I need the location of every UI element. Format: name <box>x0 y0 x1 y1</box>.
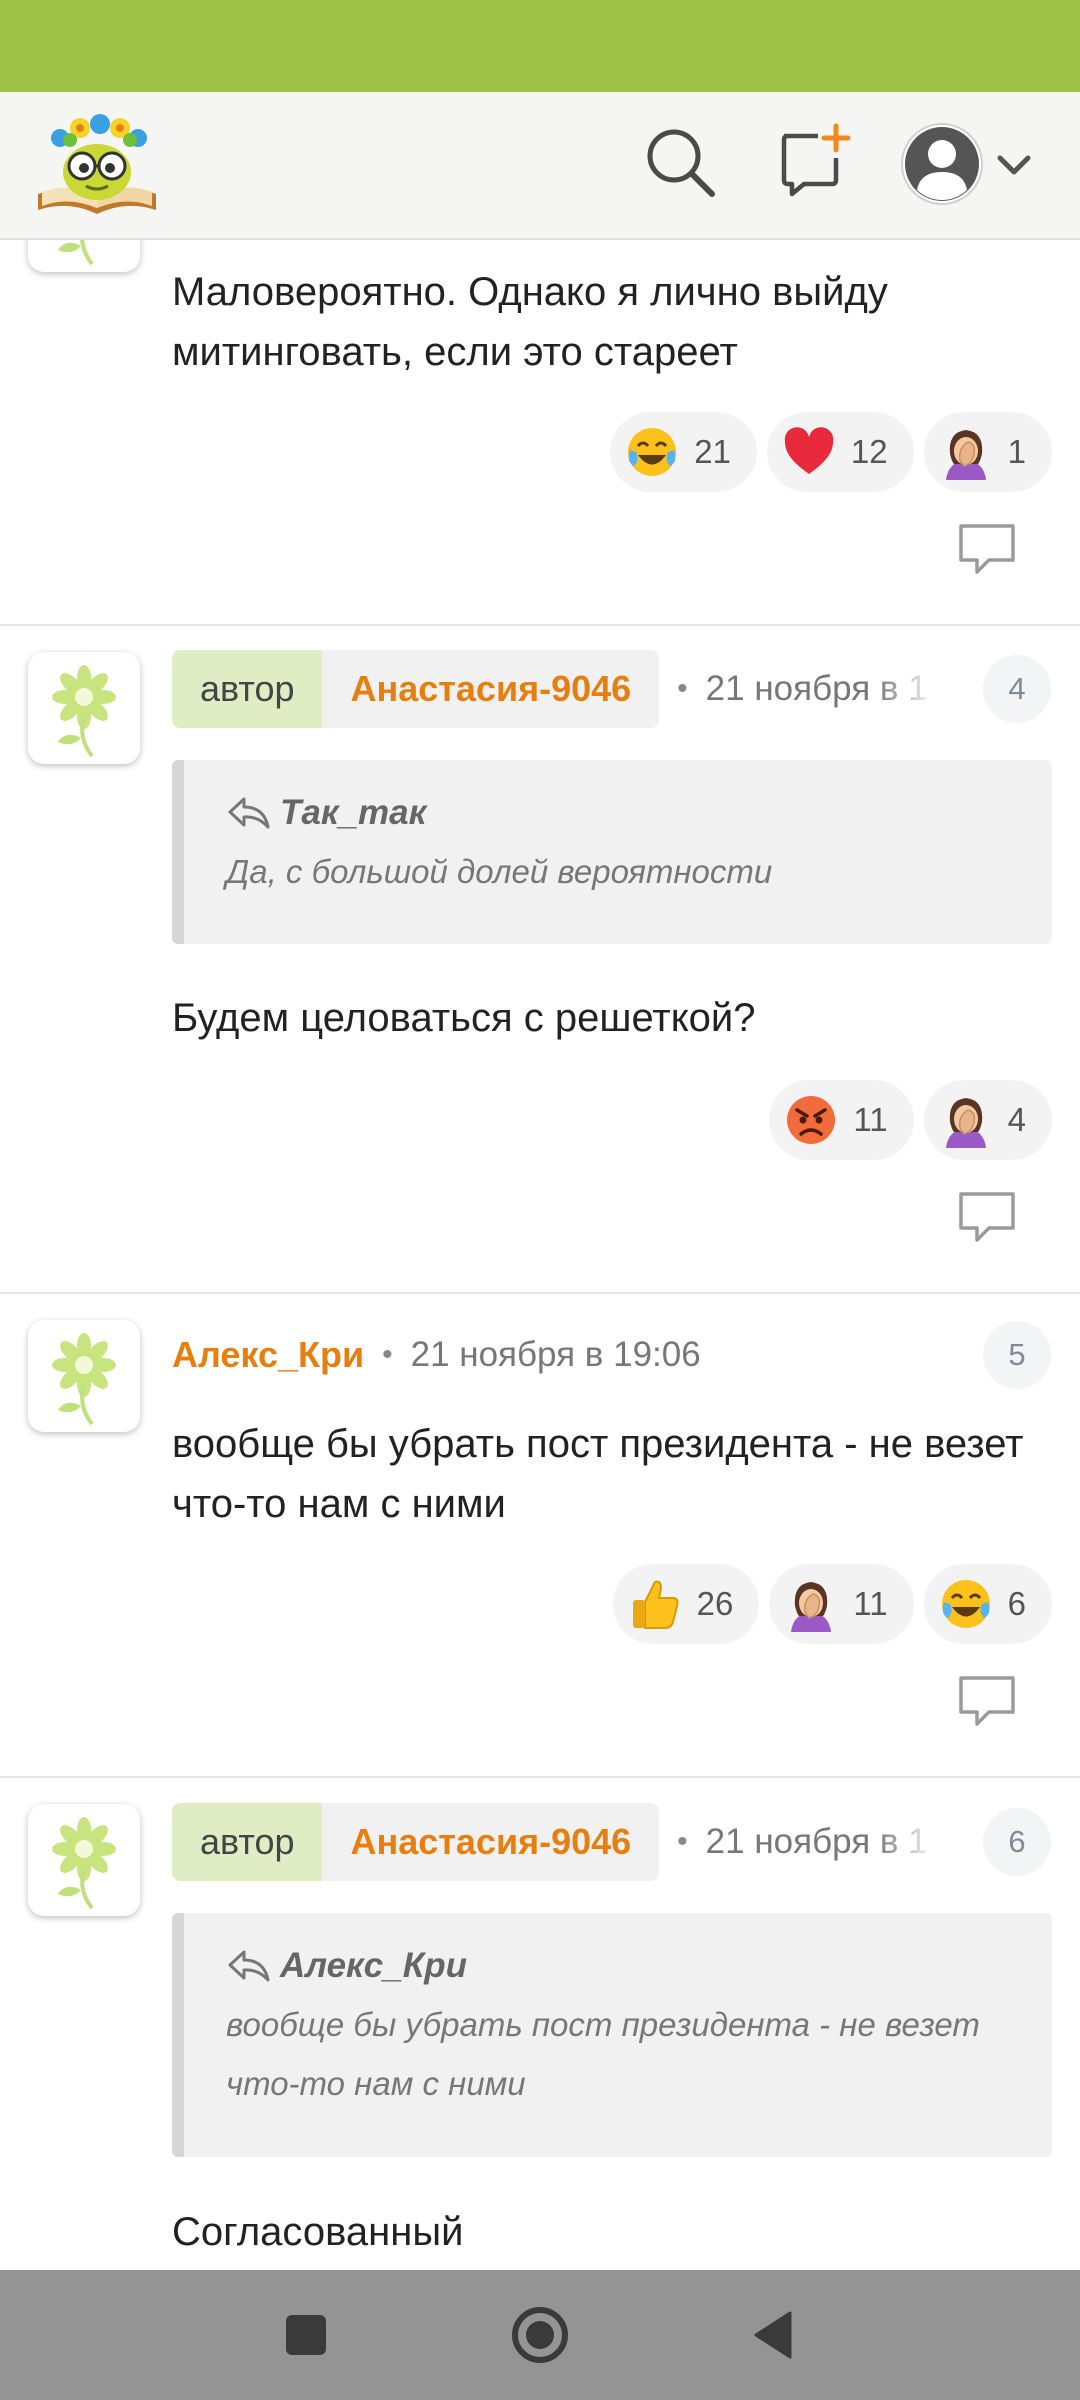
reaction-count: 4 <box>1007 1101 1026 1138</box>
quote-block[interactable]: Алекс_Кри вообще бы убрать пост президен… <box>172 1913 1052 2157</box>
reply-icon[interactable] <box>955 1672 1019 1728</box>
divider <box>0 1776 1080 1778</box>
comment-number-badge[interactable]: 4 <box>983 655 1051 723</box>
reaction-pill[interactable]: 11 <box>769 1080 914 1160</box>
comment-meta: автор Анастасия-9046 • 21 ноября в 1 <box>172 650 936 728</box>
reply-icon[interactable] <box>955 1188 1019 1244</box>
reactions-bar: 26 11 6 <box>612 1564 1052 1644</box>
red-heart-emoji <box>784 427 834 474</box>
author-label: автор <box>172 1803 323 1881</box>
reply-arrow-icon <box>228 1950 270 1982</box>
comments-feed[interactable]: Маловероятно. Однако я лично выйду митин… <box>0 240 1080 2270</box>
reactions-bar: 21 12 1 <box>610 412 1052 492</box>
tears-of-joy-emoji <box>941 1580 990 1628</box>
home-icon[interactable] <box>508 2303 572 2367</box>
reaction-pill[interactable]: 4 <box>923 1080 1052 1160</box>
divider <box>0 624 1080 626</box>
quote-text: Да, с большой долей вероятности <box>226 853 773 890</box>
comment-meta: автор Анастасия-9046 • 21 ноября в 1 <box>172 1803 936 1881</box>
username[interactable]: Анастасия-9046 <box>322 650 659 728</box>
comment-meta: Алекс_Кри • 21 ноября в 19:06 <box>172 1316 701 1394</box>
comment-text: Маловероятно. Однако я лично выйду митин… <box>172 270 888 374</box>
angry-face-emoji <box>787 1096 836 1144</box>
reactions-bar: 11 4 <box>769 1080 1052 1160</box>
reaction-count: 11 <box>853 1101 888 1138</box>
back-icon[interactable] <box>742 2303 806 2367</box>
reaction-pill[interactable]: 1 <box>923 412 1052 492</box>
reaction-count: 26 <box>696 1585 734 1622</box>
username[interactable]: Анастасия-9046 <box>322 1803 659 1881</box>
recent-apps-icon[interactable] <box>274 2303 338 2367</box>
avatar[interactable] <box>28 1320 140 1432</box>
quote-header: Алекс_Кри <box>226 1941 1012 1991</box>
comment-number-badge[interactable]: 5 <box>983 1321 1051 1389</box>
username[interactable]: Алекс_Кри <box>172 1334 364 1376</box>
reaction-count: 1 <box>1007 433 1026 470</box>
comment-text: Согласованный <box>172 2210 464 2254</box>
comment-date: 21 ноября в 1 <box>705 1822 928 1861</box>
comment-number-badge[interactable]: 6 <box>983 1808 1051 1876</box>
new-post-icon[interactable] <box>774 122 854 202</box>
reaction-pill[interactable]: 11 <box>769 1564 914 1644</box>
comment-date: 21 ноября в 19:06 <box>410 1335 701 1374</box>
reaction-pill[interactable]: 12 <box>766 412 914 492</box>
author-label: автор <box>172 650 323 728</box>
reaction-pill[interactable]: 21 <box>610 412 757 492</box>
comment-date: 21 ноября в 1 <box>705 669 928 708</box>
comment-text: вообще бы убрать пост президента - не ве… <box>172 1422 1024 1526</box>
quote-block[interactable]: Так_так Да, с большой долей вероятности <box>172 760 1052 944</box>
reply-icon[interactable] <box>955 520 1019 576</box>
reaction-count: 12 <box>850 433 888 470</box>
separator-dot: • <box>677 1825 688 1858</box>
separator-dot: • <box>382 1338 393 1371</box>
quote-author: Так_так <box>280 793 427 832</box>
facepalm-emoji <box>945 1098 986 1148</box>
divider <box>0 1292 1080 1294</box>
facepalm-emoji <box>945 430 986 480</box>
account-menu[interactable] <box>900 122 1040 206</box>
reaction-count: 6 <box>1007 1585 1026 1622</box>
avatar[interactable] <box>28 240 140 272</box>
status-bar <box>0 0 1080 92</box>
author-tag[interactable]: автор Анастасия-9046 <box>172 650 660 728</box>
avatar[interactable] <box>28 1804 140 1916</box>
reaction-pill[interactable]: 26 <box>612 1564 760 1644</box>
tears-of-joy-emoji <box>628 428 677 476</box>
facepalm-emoji <box>791 1582 832 1632</box>
comment-text: Будем целоваться с решеткой? <box>172 996 756 1040</box>
author-tag[interactable]: автор Анастасия-9046 <box>172 1803 660 1881</box>
reaction-count: 11 <box>853 1585 888 1622</box>
avatar[interactable] <box>28 652 140 764</box>
search-icon[interactable] <box>640 122 720 202</box>
quote-text: вообще бы убрать пост президента - не ве… <box>226 2006 980 2102</box>
app-header <box>0 92 1080 240</box>
separator-dot: • <box>677 672 688 705</box>
system-navigation-bar <box>0 2270 1080 2400</box>
site-logo[interactable] <box>34 110 160 222</box>
quote-author: Алекс_Кри <box>280 1946 467 1985</box>
reply-arrow-icon <box>228 797 270 829</box>
reaction-pill[interactable]: 6 <box>923 1564 1052 1644</box>
reaction-count: 21 <box>694 433 731 470</box>
thumbs-up-emoji <box>632 1580 679 1629</box>
quote-header: Так_так <box>226 788 1012 838</box>
